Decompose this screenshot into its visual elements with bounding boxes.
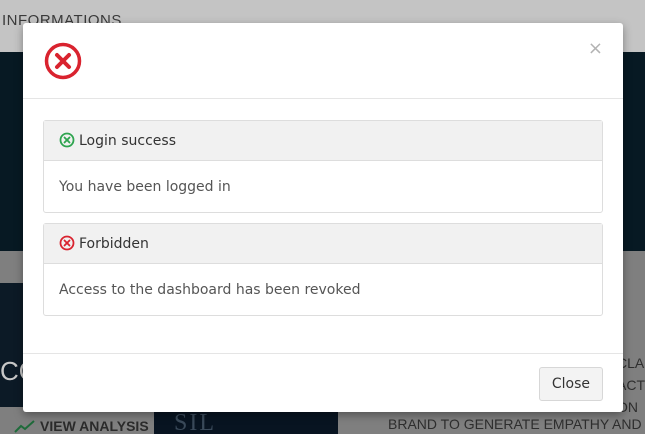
message-panel-success: Login success You have been logged in — [43, 120, 603, 213]
thumbnail-text: SIL — [174, 410, 216, 434]
panel-heading: Forbidden — [44, 224, 602, 264]
close-button[interactable]: Close — [538, 367, 603, 401]
thumbnail-left — [0, 283, 24, 407]
message-panel-forbidden: Forbidden Access to the dashboard has be… — [43, 223, 603, 316]
check-circle-icon — [59, 132, 75, 147]
modal-footer: Close — [23, 353, 623, 412]
error-circle-icon — [44, 42, 82, 80]
panel-body: You have been logged in — [44, 161, 602, 212]
error-circle-icon — [59, 235, 75, 250]
panel-message: Access to the dashboard has been revoked — [59, 281, 361, 298]
close-icon[interactable]: × — [588, 39, 603, 59]
panel-heading: Login success — [44, 121, 602, 161]
brand-text: BRAND TO GENERATE EMPATHY AND IN — [388, 416, 645, 432]
panel-message: You have been logged in — [59, 178, 231, 195]
panel-body: Access to the dashboard has been revoked — [44, 264, 602, 315]
view-analysis-link[interactable]: VIEW ANALYSIS — [14, 418, 149, 434]
view-analysis-label: VIEW ANALYSIS — [40, 418, 149, 434]
modal-body: Login success You have been logged in Fo… — [43, 120, 603, 326]
panel-title: Login success — [79, 132, 176, 149]
panel-title: Forbidden — [79, 235, 149, 252]
modal-header: × — [23, 23, 623, 99]
alert-modal: × Login success You have been logged in — [23, 23, 623, 412]
trend-line-icon — [14, 420, 35, 433]
